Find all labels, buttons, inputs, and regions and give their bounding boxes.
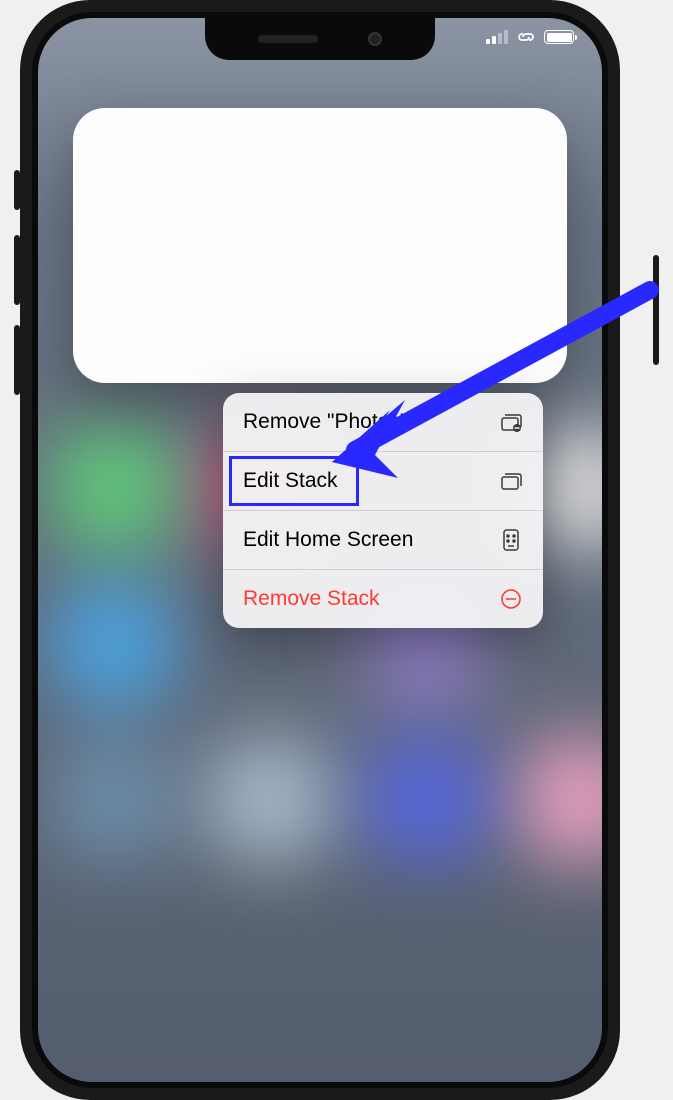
status-bar: [486, 30, 574, 44]
battery-icon: [544, 30, 574, 44]
phone-power-button: [653, 255, 659, 365]
apps-icon: [499, 528, 523, 552]
widget-context-menu: Remove "Photos" Edit Stack: [223, 393, 543, 628]
widget-stack-preview[interactable]: [73, 108, 567, 383]
menu-label: Edit Home Screen: [243, 528, 413, 552]
front-camera: [368, 32, 382, 46]
personal-hotspot-icon: [516, 31, 536, 43]
menu-item-edit-home-screen[interactable]: Edit Home Screen: [223, 511, 543, 570]
menu-label: Remove Stack: [243, 587, 380, 611]
menu-label: Edit Stack: [243, 469, 338, 493]
stack-remove-icon: [499, 410, 523, 434]
menu-item-remove-photos[interactable]: Remove "Photos": [223, 393, 543, 452]
menu-label: Remove "Photos": [243, 410, 407, 434]
cellular-signal-icon: [486, 30, 508, 44]
phone-screen: Remove "Photos" Edit Stack: [38, 18, 602, 1082]
speaker-grille: [258, 35, 318, 43]
minus-circle-icon: [499, 587, 523, 611]
phone-notch: [205, 18, 435, 60]
menu-item-edit-stack[interactable]: Edit Stack: [223, 452, 543, 511]
stack-icon: [499, 469, 523, 493]
phone-bezel: Remove "Photos" Edit Stack: [32, 12, 608, 1088]
menu-item-remove-stack[interactable]: Remove Stack: [223, 570, 543, 628]
phone-frame: Remove "Photos" Edit Stack: [20, 0, 620, 1100]
